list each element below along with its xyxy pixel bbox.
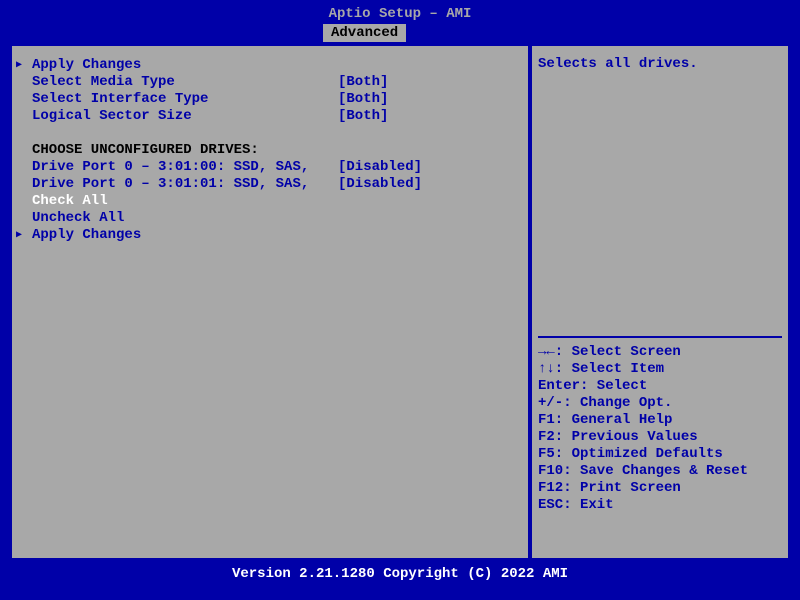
key-esc: ESC: Exit [538,497,782,514]
menu-uncheck-all[interactable]: Uncheck All [18,209,522,226]
menu-media-type[interactable]: Select Media Type [Both] [18,73,522,90]
menu-label: Apply Changes [18,227,338,243]
menu-label: Logical Sector Size [18,108,338,124]
menu-apply-changes-bottom[interactable]: Apply Changes [18,226,522,243]
key-f2: F2: Previous Values [538,429,782,446]
help-description: Selects all drives. [538,56,782,72]
menu-label: Select Interface Type [18,91,338,107]
menu-label: Drive Port 0 – 3:01:00: SSD, SAS, [18,159,338,175]
section-header-unconfigured: CHOOSE UNCONFIGURED DRIVES: [18,141,522,158]
menu-interface-type[interactable]: Select Interface Type [Both] [18,90,522,107]
key-change-opt: +/-: Change Opt. [538,395,782,412]
menu-label: Uncheck All [18,210,338,226]
menu-pane: Apply Changes Select Media Type [Both] S… [10,44,530,560]
key-select-screen: →←: Select Screen [538,344,782,361]
menu-label: Drive Port 0 – 3:01:01: SSD, SAS, [18,176,338,192]
menu-value: [Both] [338,74,388,90]
menu-drive-1[interactable]: Drive Port 0 – 3:01:01: SSD, SAS, [Disab… [18,175,522,192]
menu-drive-0[interactable]: Drive Port 0 – 3:01:00: SSD, SAS, [Disab… [18,158,522,175]
help-divider [538,336,782,338]
tab-row: Advanced [0,24,800,42]
spacer [538,514,782,531]
title-bar: Aptio Setup – AMI Advanced [0,0,800,42]
menu-value: [Disabled] [338,159,422,175]
key-select-item: ↑↓: Select Item [538,361,782,378]
key-f12: F12: Print Screen [538,480,782,497]
menu-label: Select Media Type [18,74,338,90]
menu-sector-size[interactable]: Logical Sector Size [Both] [18,107,522,124]
help-pane: Selects all drives. →←: Select Screen ↑↓… [530,44,790,560]
setup-title: Aptio Setup – AMI [0,6,800,22]
menu-label: Apply Changes [18,57,338,73]
key-f1: F1: General Help [538,412,782,429]
spacer [18,124,522,141]
key-f10: F10: Save Changes & Reset [538,463,782,480]
footer-bar: Version 2.21.1280 Copyright (C) 2022 AMI [0,562,800,586]
menu-label: CHOOSE UNCONFIGURED DRIVES: [18,142,338,158]
menu-check-all[interactable]: Check All [18,192,522,209]
key-enter: Enter: Select [538,378,782,395]
key-help-list: →←: Select Screen ↑↓: Select Item Enter:… [538,344,782,514]
menu-value: [Disabled] [338,176,422,192]
spacer [538,531,782,548]
key-f5: F5: Optimized Defaults [538,446,782,463]
menu-apply-changes-top[interactable]: Apply Changes [18,56,522,73]
menu-label: Check All [18,193,338,209]
content-area: Apply Changes Select Media Type [Both] S… [8,42,792,562]
tab-advanced[interactable]: Advanced [323,24,406,42]
menu-value: [Both] [338,91,388,107]
menu-value: [Both] [338,108,388,124]
help-description-area: Selects all drives. [538,56,782,328]
